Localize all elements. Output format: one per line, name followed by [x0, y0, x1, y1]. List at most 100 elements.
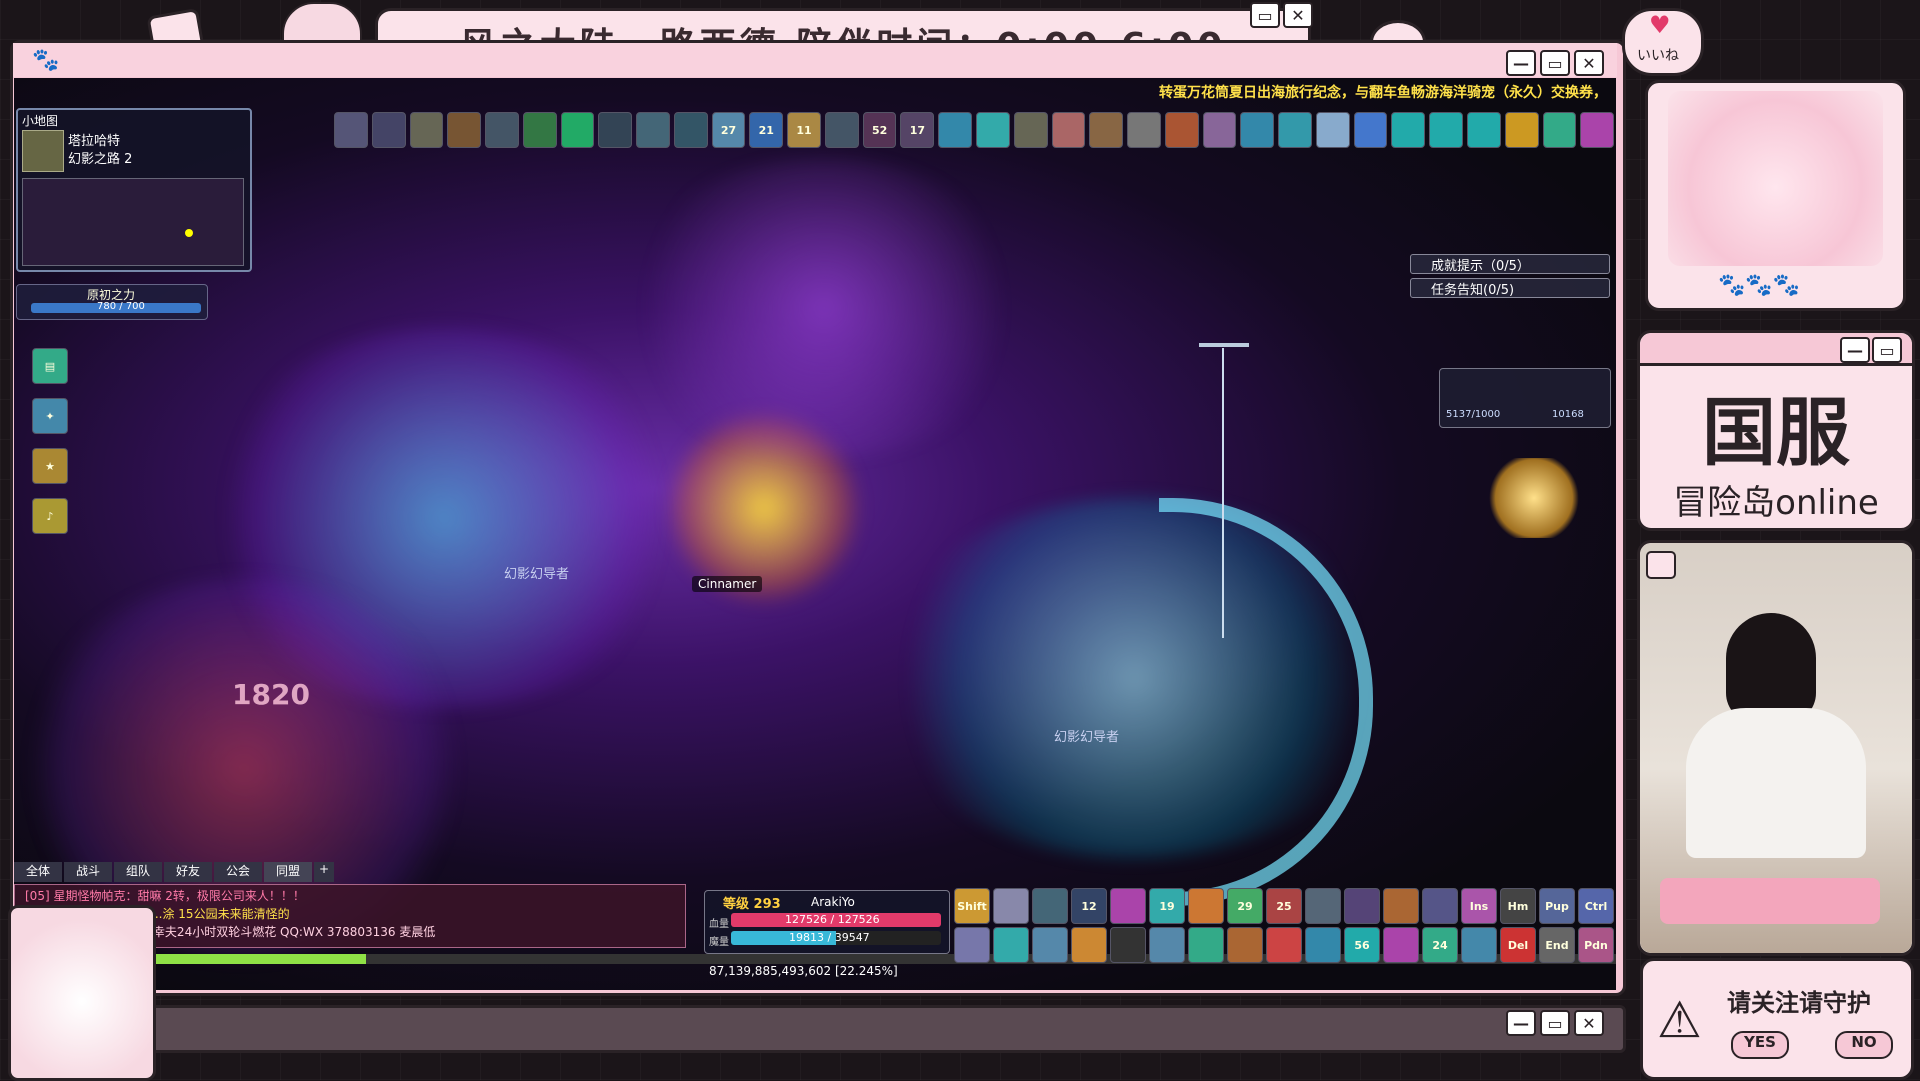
bell-icon[interactable]: ♪ — [32, 498, 68, 534]
skill-slot[interactable]: End — [1539, 927, 1575, 963]
minimap-window[interactable]: 小地图 塔拉哈特 幻影之路 2 — [16, 108, 252, 272]
heart-icon: ♥ — [1649, 11, 1671, 39]
crescent-slash-effect — [1159, 498, 1373, 906]
skill-slot[interactable] — [954, 927, 990, 963]
skill-slot[interactable]: Ins — [1461, 888, 1497, 924]
game-close-button[interactable]: ✕ — [1574, 50, 1604, 76]
map-emblem-icon — [22, 130, 64, 172]
skill-slot[interactable] — [993, 927, 1029, 963]
skill-slot[interactable] — [1344, 888, 1380, 924]
quest-alert-label: 任务告知(0/5) — [1431, 283, 1515, 298]
streamer-body — [1686, 708, 1866, 858]
skill-slot[interactable]: Ctrl — [1578, 888, 1614, 924]
skill-slot[interactable]: Del — [1500, 927, 1536, 963]
chibi-mascot-bottom — [8, 905, 156, 1081]
minimap-view[interactable] — [22, 178, 244, 266]
bottom-maximize-icon: ▭ — [1540, 1010, 1570, 1036]
quest-book-icon[interactable]: ▤ — [32, 348, 68, 384]
buff-icon — [485, 112, 519, 148]
buff-count: 27 — [720, 123, 737, 137]
skill-slot[interactable]: Pdn — [1578, 927, 1614, 963]
buff-icon — [1466, 112, 1501, 148]
bottom-decor-bar — [150, 1005, 1626, 1053]
chat-tab-battle[interactable]: 战斗 — [64, 862, 112, 882]
skill-slot[interactable] — [1032, 927, 1068, 963]
webcam-panel — [1637, 540, 1915, 956]
skill-slot[interactable] — [1227, 927, 1263, 963]
skill-slot[interactable]: 12 — [1071, 888, 1107, 924]
buff-icon — [409, 112, 444, 148]
monster-name-tag: 幻影幻导者 — [1054, 730, 1120, 745]
monster-name-tag: 幻影幻导者 — [504, 567, 570, 582]
buff-count: 52 — [871, 123, 888, 137]
skill-slot[interactable]: 56 — [1344, 927, 1380, 963]
no-button[interactable]: NO — [1835, 1031, 1893, 1059]
camera-sticker-icon — [1646, 551, 1676, 579]
buff-icon — [636, 112, 670, 148]
minimap-region: 塔拉哈特 — [68, 134, 121, 149]
chat-tab-friends[interactable]: 好友 — [164, 862, 212, 882]
achievement-alert-label: 成就提示（0/5） — [1431, 259, 1530, 274]
buff-icon — [1580, 112, 1615, 148]
pink-keyboard — [1660, 878, 1880, 924]
buff-icon — [1315, 112, 1350, 148]
skill-slot[interactable] — [1305, 888, 1341, 924]
skill-slot[interactable]: Pup — [1539, 888, 1575, 924]
buff-icon: 52 — [862, 112, 897, 148]
boss-counter-panel: 5137/1000 10168 — [1439, 368, 1611, 428]
chat-tab-guild[interactable]: 公会 — [214, 862, 262, 882]
skill-slot[interactable]: Hm — [1500, 888, 1536, 924]
skill-slot[interactable]: 19 — [1149, 888, 1185, 924]
game-viewport[interactable]: 转蛋万花筒夏日出海旅行纪念，与翻车鱼畅游海洋骑宠（永久）交换券， 小地图 塔拉哈… — [14, 78, 1616, 990]
banner-close-icon: ✕ — [1283, 2, 1313, 28]
star-icon[interactable]: ★ — [32, 448, 68, 484]
skill-slot[interactable] — [1188, 888, 1224, 924]
buff-icon — [1240, 112, 1275, 148]
minimap-map-name: 幻影之路 2 — [68, 152, 133, 167]
like-label: いいね — [1637, 48, 1679, 64]
skill-slot[interactable] — [1422, 888, 1458, 924]
skill-slot[interactable]: 25 — [1266, 888, 1302, 924]
buff-icon: 17 — [900, 112, 935, 148]
primal-power-value: 780 / 700 — [97, 301, 145, 312]
hp-label: 血量 — [709, 919, 729, 930]
skill-slot[interactable] — [1032, 888, 1068, 924]
chat-tab-alliance[interactable]: 同盟 — [264, 862, 312, 882]
achievement-alert[interactable]: 成就提示（0/5） — [1410, 254, 1610, 274]
buff-icon — [1278, 112, 1312, 148]
player-marker-icon — [185, 229, 193, 237]
follow-prompt-panel: ⚠ 请关注请守护 YES NO — [1640, 958, 1914, 1080]
chat-tab-all[interactable]: 全体 — [14, 862, 62, 882]
skill-slot[interactable] — [1383, 888, 1419, 924]
chat-tab-add[interactable]: + — [314, 862, 334, 882]
quest-alert[interactable]: 任务告知(0/5) — [1410, 278, 1610, 298]
character-status-panel: 等级 293 ArakiYo 血量 127526 / 127526 魔量 198… — [704, 890, 950, 954]
lightbulb-icon[interactable]: ✦ — [32, 398, 68, 434]
skill-slot[interactable] — [1461, 927, 1497, 963]
game-minimize-button[interactable]: — — [1506, 50, 1536, 76]
buff-icon — [824, 112, 859, 148]
chat-tab-party[interactable]: 组队 — [114, 862, 162, 882]
skill-slot[interactable] — [1110, 888, 1146, 924]
skill-slot[interactable] — [1149, 927, 1185, 963]
skill-slot[interactable] — [1383, 927, 1419, 963]
level-label: 等级 293 — [723, 897, 781, 912]
skill-slot[interactable]: 24 — [1422, 927, 1458, 963]
skill-slot[interactable] — [1110, 927, 1146, 963]
minimap-tab: 小地图 — [22, 114, 59, 128]
skill-slot[interactable] — [993, 888, 1029, 924]
mascot-catgirl — [1668, 91, 1883, 266]
skill-slot[interactable] — [1188, 927, 1224, 963]
skill-slot[interactable] — [1071, 927, 1107, 963]
buff-icon — [334, 112, 368, 148]
game-window-titlebar — [13, 43, 1617, 77]
skill-slot[interactable]: Shift — [954, 888, 990, 924]
yes-button[interactable]: YES — [1731, 1031, 1789, 1059]
skill-slot[interactable] — [1305, 927, 1341, 963]
buff-icon — [560, 112, 595, 148]
buff-icon — [938, 112, 973, 148]
rope-ledge — [1199, 343, 1249, 347]
game-maximize-button[interactable]: ▭ — [1540, 50, 1570, 76]
skill-slot[interactable]: 29 — [1227, 888, 1263, 924]
skill-slot[interactable] — [1266, 927, 1302, 963]
